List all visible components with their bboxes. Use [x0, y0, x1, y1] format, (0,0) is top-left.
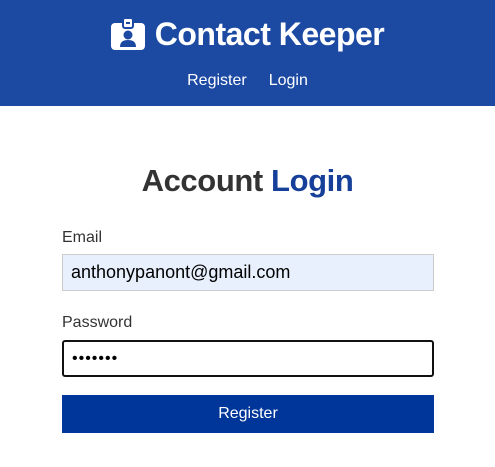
password-field[interactable]	[62, 340, 434, 377]
navbar: Contact Keeper Register Login	[0, 0, 495, 106]
nav-link-register[interactable]: Register	[187, 70, 247, 92]
login-form-container: Account Login Email Password Register	[62, 106, 434, 467]
nav-link-login[interactable]: Login	[269, 70, 308, 92]
email-label: Email	[62, 229, 103, 246]
brand: Contact Keeper	[0, 14, 495, 54]
nav-links: Register Login	[0, 70, 495, 92]
page-title: Account Login	[0, 162, 495, 200]
password-label: Password	[62, 314, 133, 331]
page-title-accent: Login	[271, 163, 354, 198]
app-title: Contact Keeper	[154, 16, 385, 52]
email-field[interactable]	[62, 254, 434, 291]
submit-button[interactable]: Register	[62, 395, 434, 433]
id-badge-icon	[110, 18, 145, 50]
page-title-prefix: Account	[141, 163, 264, 198]
